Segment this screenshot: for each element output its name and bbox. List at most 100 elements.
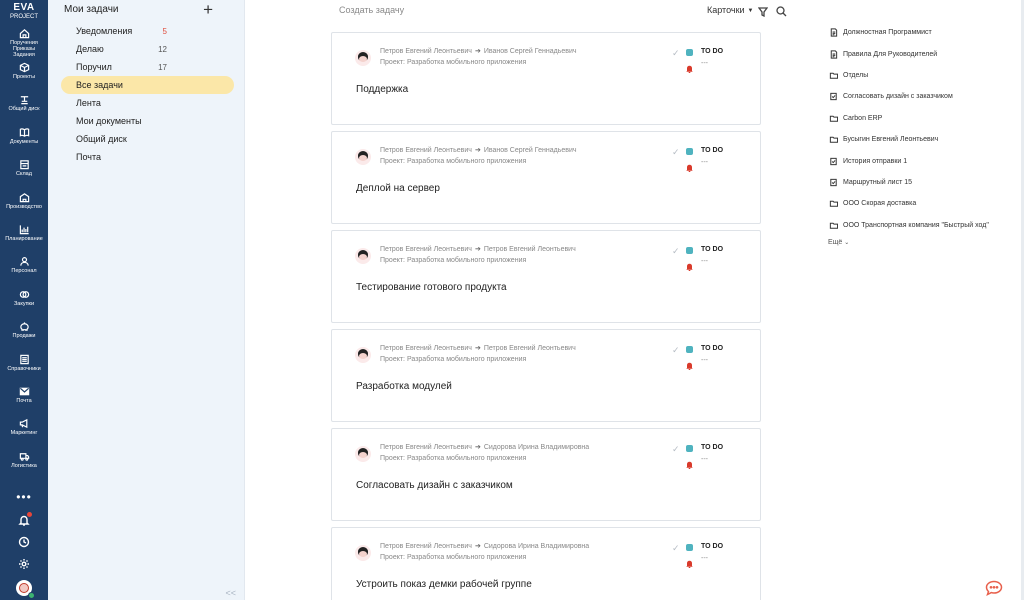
check-icon[interactable]: ✓ xyxy=(672,48,680,59)
add-task-button[interactable]: + xyxy=(203,1,213,18)
side-menu-item-7[interactable]: Почта xyxy=(48,148,244,166)
recent-item[interactable]: ООО Скорая доставка xyxy=(810,193,1024,214)
rail-item-label: Закупки xyxy=(13,300,35,307)
bell-icon[interactable] xyxy=(685,555,694,568)
recent-item[interactable]: Carbon ERP xyxy=(810,108,1024,129)
task-author[interactable]: Петров Евгений Леонтьевич xyxy=(380,543,472,550)
task-project[interactable]: Проект: Разработка мобильного приложения xyxy=(380,356,526,363)
recent-item[interactable]: История отправки 1 xyxy=(810,150,1024,171)
recent-item[interactable]: Должностная Программист xyxy=(810,22,1024,43)
user-avatar[interactable] xyxy=(16,580,35,599)
status-badge[interactable]: TO DO xyxy=(701,147,723,154)
task-title[interactable]: Устроить показ демки рабочей группе xyxy=(356,579,532,590)
rail-item-4[interactable]: Склад xyxy=(0,155,48,187)
rail-item-0[interactable]: Поручения Приказы Задания xyxy=(0,24,48,58)
task-card[interactable]: Петров Евгений Леонтьевич ➔ Петров Евгений… xyxy=(331,329,761,422)
task-title[interactable]: Поддержка xyxy=(356,84,408,95)
task-assignee[interactable]: Иванов Сергей Геннадьевич xyxy=(484,48,577,55)
check-icon[interactable]: ✓ xyxy=(672,345,680,356)
task-project[interactable]: Проект: Разработка мобильного приложения xyxy=(380,59,526,66)
rail-item-6[interactable]: Планирование xyxy=(0,220,48,252)
status-badge[interactable]: TO DO xyxy=(701,48,723,55)
task-author[interactable]: Петров Евгений Леонтьевич xyxy=(380,345,472,352)
task-card[interactable]: Петров Евгений Леонтьевич ➔ Петров Евгений… xyxy=(331,230,761,323)
task-card[interactable]: Петров Евгений Леонтьевич ➔ Иванов Сергей … xyxy=(331,131,761,224)
history-icon[interactable] xyxy=(18,535,30,548)
rail-item-12[interactable]: Маркетинг xyxy=(0,414,48,446)
task-assignee[interactable]: Петров Евгений Леонтьевич xyxy=(484,345,576,352)
view-select[interactable]: Карточки ▼ xyxy=(707,5,754,15)
recent-item-label: Правила Для Руководителей xyxy=(843,50,938,58)
rail-item-13[interactable]: Логистика xyxy=(0,447,48,479)
task-assignee[interactable]: Иванов Сергей Геннадьевич xyxy=(484,147,577,154)
task-card[interactable]: Петров Евгений Леонтьевич ➔ Иванов Сергей … xyxy=(331,32,761,125)
bell-icon[interactable] xyxy=(685,357,694,370)
recent-item[interactable]: Бусыгин Евгений Леонтьевич xyxy=(810,129,1024,150)
task-card[interactable]: Петров Евгений Леонтьевич ➔ Сидорова Ирина… xyxy=(331,527,761,600)
task-title[interactable]: Согласовать дизайн с заказчиком xyxy=(356,480,513,491)
chat-icon[interactable] xyxy=(985,580,1003,596)
side-menu-item-3[interactable]: Все задачи xyxy=(61,76,234,94)
bell-icon[interactable] xyxy=(685,258,694,271)
rail-item-8[interactable]: Закупки xyxy=(0,285,48,317)
task-author[interactable]: Петров Евгений Леонтьевич xyxy=(380,147,472,154)
task-title[interactable]: Тестирование готового продукта xyxy=(356,282,507,293)
settings-gear-icon[interactable] xyxy=(18,557,30,569)
side-menu-item-0[interactable]: Уведомления 5 xyxy=(48,22,244,40)
rail-item-7[interactable]: Персонал xyxy=(0,252,48,284)
rail-item-1[interactable]: Проекты xyxy=(0,58,48,90)
check-icon[interactable]: ✓ xyxy=(672,543,680,554)
side-menu-item-2[interactable]: Поручил 17 xyxy=(48,58,244,76)
bell-icon[interactable] xyxy=(685,159,694,172)
task-author[interactable]: Петров Евгений Леонтьевич xyxy=(380,444,472,451)
task-author[interactable]: Петров Евгений Леонтьевич xyxy=(380,246,472,253)
status-badge[interactable]: TO DO xyxy=(701,543,723,550)
logo[interactable]: EVA PROJECT xyxy=(10,0,38,24)
side-menu-item-5[interactable]: Мои документы xyxy=(48,112,244,130)
rail-item-5[interactable]: Производство xyxy=(0,188,48,220)
task-assignee[interactable]: Сидорова Ирина Владимировна xyxy=(484,543,589,550)
task-project[interactable]: Проект: Разработка мобильного приложения xyxy=(380,554,526,561)
rail-item-3[interactable]: Документы xyxy=(0,123,48,155)
check-icon[interactable]: ✓ xyxy=(672,147,680,158)
task-card[interactable]: Петров Евгений Леонтьевич ➔ Сидорова Ирина… xyxy=(331,428,761,521)
task-assignee[interactable]: Петров Евгений Леонтьевич xyxy=(484,246,576,253)
show-more-link[interactable]: Ещё ⌄ xyxy=(810,239,1024,246)
rail-more[interactable]: ••• xyxy=(16,491,32,503)
side-menu-item-4[interactable]: Лента xyxy=(48,94,244,112)
recent-item[interactable]: Правила Для Руководителей xyxy=(810,43,1024,64)
recent-item[interactable]: Отделы xyxy=(810,65,1024,86)
side-menu-item-6[interactable]: Общий диск xyxy=(48,130,244,148)
recent-item[interactable]: Согласовать дизайн с заказчиком xyxy=(810,86,1024,107)
task-author[interactable]: Петров Евгений Леонтьевич xyxy=(380,48,472,55)
rail-item-10[interactable]: Справочники xyxy=(0,350,48,382)
task-project[interactable]: Проект: Разработка мобильного приложения xyxy=(380,257,526,264)
status-badge[interactable]: TO DO xyxy=(701,246,723,253)
bell-icon[interactable] xyxy=(685,60,694,73)
task-assignment: Петров Евгений Леонтьевич ➔ Петров Евгений… xyxy=(380,344,576,352)
status-badge[interactable]: TO DO xyxy=(701,345,723,352)
rail-item-9[interactable]: Продажи xyxy=(0,317,48,349)
side-menu-item-1[interactable]: Делаю 12 xyxy=(48,40,244,58)
task-project[interactable]: Проект: Разработка мобильного приложения xyxy=(380,455,526,462)
check-icon[interactable]: ✓ xyxy=(672,246,680,257)
rail-item-11[interactable]: Почта xyxy=(0,382,48,414)
check-icon[interactable]: ✓ xyxy=(672,444,680,455)
create-task-input[interactable]: Создать задачу xyxy=(339,5,404,15)
recent-item-label: ООО Скорая доставка xyxy=(843,200,917,208)
status-badge[interactable]: TO DO xyxy=(701,444,723,451)
search-icon[interactable] xyxy=(776,4,787,17)
recent-item[interactable]: Маршрутный лист 15 xyxy=(810,172,1024,193)
filter-icon[interactable] xyxy=(757,4,769,18)
notifications-icon[interactable] xyxy=(18,512,32,526)
recent-item[interactable]: ООО Транспортная компания "Быстрый ход" xyxy=(810,215,1024,236)
collapse-panel-button[interactable]: << xyxy=(225,588,236,598)
task-title[interactable]: Деплой на сервер xyxy=(356,183,440,194)
task-assignment: Петров Евгений Леонтьевич ➔ Сидорова Ирина… xyxy=(380,542,589,550)
task-assignee[interactable]: Сидорова Ирина Владимировна xyxy=(484,444,589,451)
side-menu-label: Уведомления xyxy=(76,26,133,36)
task-title[interactable]: Разработка модулей xyxy=(356,381,452,392)
bell-icon[interactable] xyxy=(685,456,694,469)
rail-item-2[interactable]: Общий диск xyxy=(0,90,48,122)
task-project[interactable]: Проект: Разработка мобильного приложения xyxy=(380,158,526,165)
